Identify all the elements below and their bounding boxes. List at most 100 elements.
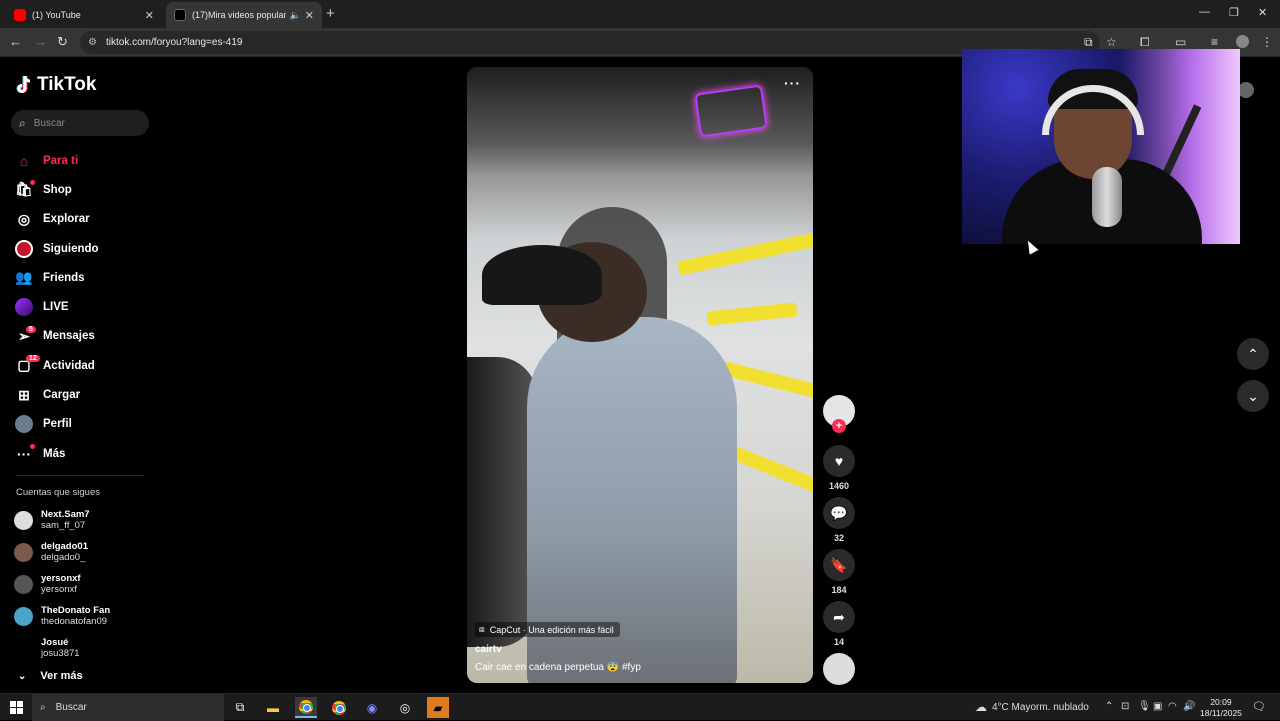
extensions-icon[interactable]: ⧠ — [1140, 35, 1150, 50]
tab-tiktok[interactable]: (17)Mira videos populares en TikTok 🔈 ✕ — [166, 2, 322, 28]
nav-label: Siguiendo — [43, 242, 99, 255]
user-avatar[interactable] — [1238, 82, 1254, 98]
nav-label: Cargar — [43, 389, 81, 402]
music-disc-avatar[interactable] — [823, 653, 855, 685]
account-handle: sam_ff_07 — [41, 520, 86, 531]
comment-button[interactable]: 💬 32 — [823, 497, 855, 543]
nav-item-friends[interactable]: 👥 Friends — [14, 263, 154, 292]
chevron-down-icon: ⌄ — [18, 670, 27, 682]
save-count: 184 — [831, 585, 847, 595]
nav-label: Friends — [43, 271, 85, 284]
see-more-button[interactable]: ⌄ Ver más — [18, 670, 83, 682]
bookmark-star-icon[interactable]: ☆ — [1106, 35, 1117, 49]
microphone-icon[interactable]: 🎙 — [1138, 701, 1151, 712]
weather-text: 4°C Mayorm. nublado — [992, 701, 1089, 713]
nav-label: Más — [43, 447, 66, 460]
more-options-icon[interactable]: ··· — [784, 75, 801, 91]
nav-label: Explorar — [43, 213, 90, 226]
nav-item-para-ti[interactable]: ⌂ Para ti — [14, 146, 154, 175]
upload-icon: ⊞ — [18, 386, 30, 403]
home-icon: ⌂ — [19, 152, 29, 169]
save-button[interactable]: 🔖 184 — [823, 549, 855, 595]
minimize-button[interactable]: — — [1199, 6, 1210, 18]
nav-item-cargar[interactable]: ⊞ Cargar — [14, 380, 154, 409]
following-icon — [14, 239, 34, 259]
nav-item-mas[interactable]: ··· Más — [14, 439, 154, 468]
following-account[interactable]: delgado01 delgado0_ — [14, 536, 110, 568]
share-button[interactable]: ➦ 14 — [823, 601, 855, 647]
nav-item-actividad[interactable]: ▢ 12 Actividad — [14, 351, 154, 380]
nav-label: Shop — [43, 183, 72, 196]
following-account[interactable]: Next.Sam7 sam_ff_07 — [14, 504, 110, 536]
nav-item-siguiendo[interactable]: Siguiendo — [14, 234, 154, 263]
search-icon: ⌕ — [40, 702, 46, 713]
discord-icon[interactable]: ◉ — [361, 697, 383, 718]
chevron-down-icon: ⌄ — [1247, 387, 1259, 404]
nav-item-live[interactable]: LIVE — [14, 292, 154, 321]
new-tab-button[interactable]: + — [326, 5, 335, 22]
tab-label: (1) YouTube — [32, 10, 81, 20]
nav-label: Perfil — [43, 418, 72, 431]
tiktok-note-icon — [16, 75, 33, 95]
start-button[interactable] — [10, 701, 23, 714]
tiktok-logo[interactable]: TikTok — [16, 74, 96, 96]
app-icon[interactable]: ▰ — [427, 697, 449, 718]
nav-item-explorar[interactable]: ◎ Explorar — [14, 205, 154, 234]
close-icon[interactable]: ✕ — [305, 9, 314, 22]
account-handle: yersonxf — [41, 584, 77, 595]
task-view-icon[interactable]: ⧉ — [229, 697, 251, 718]
logo-text: TikTok — [37, 74, 97, 95]
chrome-taskbar-icon[interactable] — [295, 697, 317, 718]
account-handle: delgado0_ — [41, 552, 86, 563]
forward-button[interactable]: → — [34, 34, 47, 49]
profile-avatar[interactable] — [1236, 35, 1249, 48]
chrome-profile-icon[interactable] — [328, 697, 350, 718]
search-input[interactable]: ⌕ Buscar — [11, 110, 149, 136]
address-bar[interactable]: ⚙ tiktok.com/foryou?lang=es-419 — [80, 31, 1100, 54]
volume-icon[interactable]: 🔊 — [1183, 701, 1195, 712]
obs-icon[interactable]: ◎ — [394, 697, 416, 718]
clock[interactable]: 20:09 18/11/2025 — [1200, 697, 1242, 719]
previous-video-button[interactable]: ⌃ — [1237, 338, 1269, 370]
capcut-label: CapCut · Una edición más fácil — [489, 624, 614, 635]
like-button[interactable]: ♥ 1460 — [823, 445, 855, 491]
install-app-icon[interactable]: ⧉ — [1084, 35, 1093, 50]
follow-plus-icon[interactable]: + — [832, 419, 846, 433]
nav-label: LIVE — [43, 301, 69, 314]
back-button[interactable]: ← — [9, 34, 22, 49]
following-account[interactable]: yersonxf yersonxf — [14, 568, 110, 600]
following-account[interactable]: TheDonato Fan thedonatofan09 — [14, 600, 110, 632]
capcut-tag[interactable]: ⧈ CapCut · Una edición más fácil — [475, 622, 620, 637]
nav-item-shop[interactable]: 🛍 Shop — [14, 175, 154, 204]
avatar — [14, 638, 33, 658]
tab-label: (17)Mira videos populares en TikTok — [192, 10, 286, 20]
side-panel-icon[interactable]: ▭ — [1175, 35, 1186, 49]
chevron-up-icon[interactable]: ⌃ — [1105, 701, 1113, 712]
weather-widget[interactable]: ☁ 4°C Mayorm. nublado — [975, 700, 1089, 714]
following-account[interactable]: Josué josu3871 — [14, 632, 110, 664]
nav-item-perfil[interactable]: Perfil — [14, 410, 154, 439]
reload-button[interactable]: ↻ — [57, 34, 68, 50]
nav-item-mensajes[interactable]: ➢ 5 Mensajes — [14, 322, 154, 351]
comment-icon: 💬 — [823, 497, 855, 529]
close-icon[interactable]: ✕ — [145, 9, 154, 22]
media-control-icon[interactable]: ≡ — [1211, 35, 1218, 49]
restore-button[interactable]: ❐ — [1229, 6, 1239, 19]
next-video-button[interactable]: ⌄ — [1237, 380, 1269, 412]
video-player[interactable]: ··· ⧈ CapCut · Una edición más fácil cai… — [467, 67, 813, 683]
menu-icon[interactable]: ⋮ — [1261, 35, 1273, 49]
taskbar-search[interactable]: ⌕ Buscar — [32, 694, 224, 721]
close-window-button[interactable]: ✕ — [1258, 6, 1267, 19]
see-more-label: Ver más — [40, 670, 83, 682]
video-description: Cair cae en cadena perpetua 😨 #fyp — [475, 662, 641, 673]
video-author[interactable]: cairtv — [475, 644, 502, 655]
avatar — [14, 510, 33, 530]
speaker-icon[interactable]: 🔈 — [290, 10, 301, 21]
tab-youtube[interactable]: (1) YouTube ✕ — [6, 2, 162, 28]
wifi-icon[interactable]: ◠ — [1168, 701, 1177, 712]
file-explorer-icon[interactable]: ▬ — [262, 697, 284, 718]
notification-center-icon[interactable]: 🗨 — [1252, 700, 1266, 713]
network-icon[interactable]: ⊡ — [1121, 701, 1129, 712]
site-info-icon[interactable]: ⚙ — [88, 37, 100, 49]
display-icon[interactable]: ▣ — [1153, 701, 1162, 712]
